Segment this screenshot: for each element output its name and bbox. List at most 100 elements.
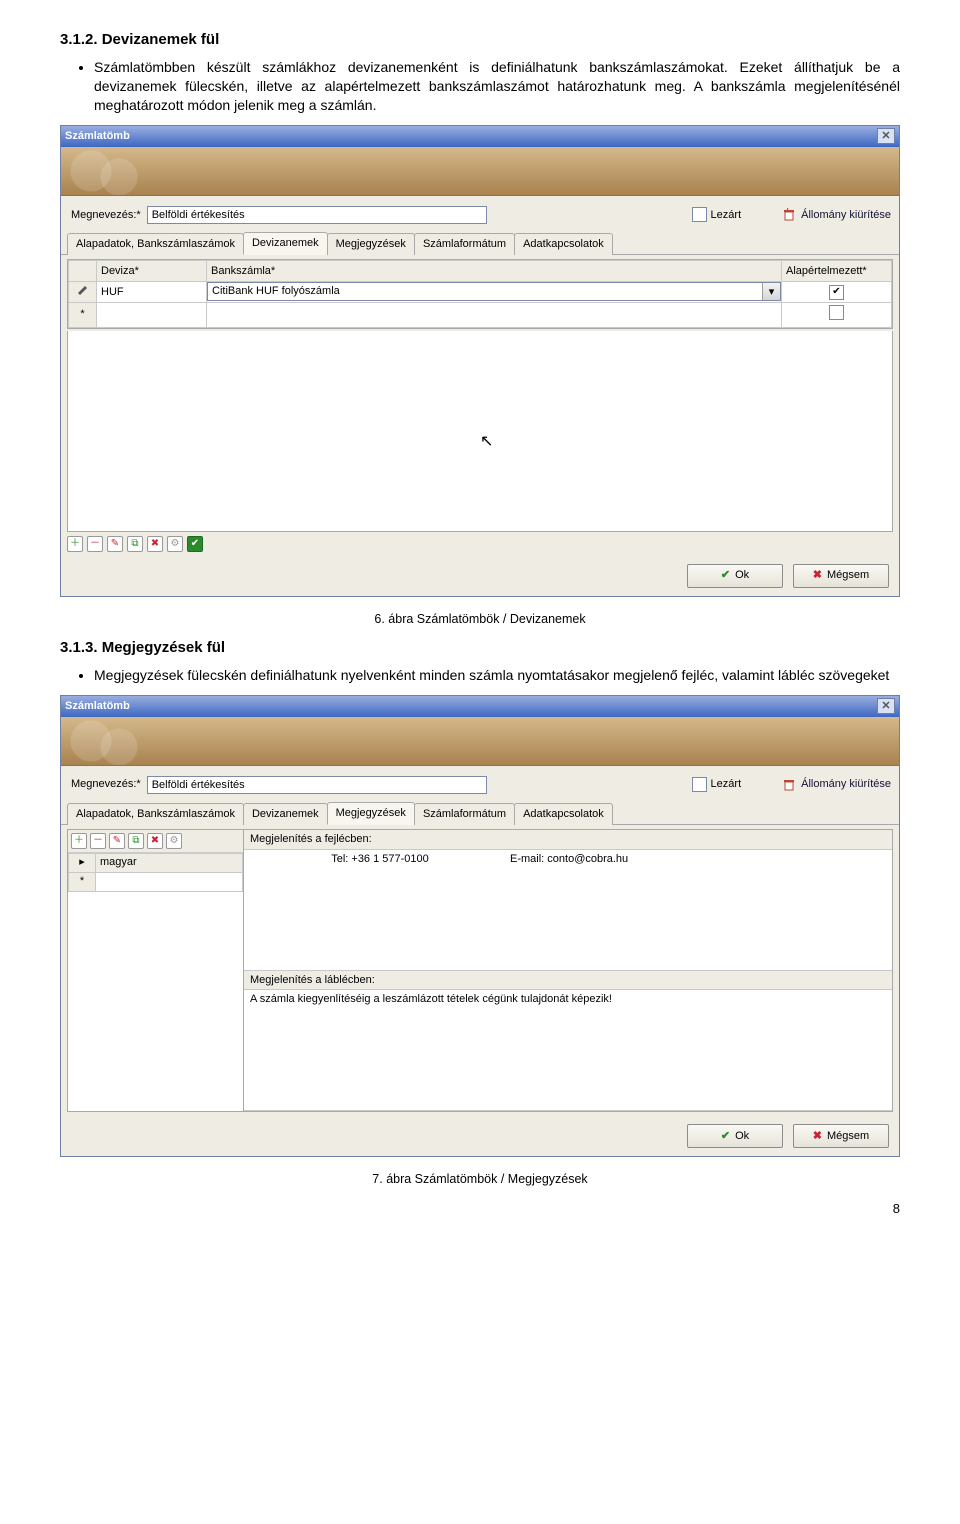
- megnevezes-input[interactable]: [147, 206, 487, 224]
- language-row-new[interactable]: *: [69, 872, 243, 891]
- language-panel: ＋ － ✎ ⧉ ✖ ⚙ ▸ magyar *: [68, 830, 244, 1112]
- tab-adatkapcsolatok[interactable]: Adatkapcsolatok: [514, 233, 613, 255]
- heading-312: 3.1.2. Devizanemek fül: [60, 30, 900, 50]
- language-cell[interactable]: magyar: [96, 853, 243, 872]
- allomany-kiuritese-link[interactable]: Állomány kiürítése: [781, 207, 891, 223]
- paragraph-312: Számlatömbben készült számlákhoz devizan…: [94, 58, 900, 115]
- grid-row-new[interactable]: *: [69, 302, 892, 327]
- close-icon[interactable]: ✕: [877, 698, 895, 714]
- footer-label: Megjelenítés a láblécben:: [244, 971, 892, 991]
- remove-icon[interactable]: ✖: [147, 536, 163, 552]
- grid-toolbar: ＋ － ✎ ⧉ ✖ ⚙ ✔: [61, 532, 899, 556]
- col-deviza[interactable]: Deviza*: [97, 260, 207, 281]
- tab-adatkapcsolatok[interactable]: Adatkapcsolatok: [514, 803, 613, 825]
- window-banner: [61, 147, 899, 196]
- megnevezes-label: Megnevezés:*: [71, 208, 141, 223]
- lezart-checkbox[interactable]: [692, 207, 707, 222]
- chevron-down-icon[interactable]: ▾: [762, 283, 780, 300]
- lezart-checkbox[interactable]: [692, 777, 707, 792]
- cancel-button[interactable]: ✖Mégsem: [793, 1124, 889, 1148]
- add-row-icon[interactable]: ＋: [71, 833, 87, 849]
- megnevezes-input[interactable]: [147, 776, 487, 794]
- cursor-icon: ↖: [480, 431, 493, 453]
- copy-row-icon[interactable]: ⧉: [127, 536, 143, 552]
- deviza-grid: Deviza* Bankszámla* Alapértelmezett* HUF…: [67, 259, 893, 329]
- delete-row-icon[interactable]: －: [90, 833, 106, 849]
- trash-icon: [781, 777, 797, 793]
- bullet-list-313: Megjegyzések fülecskén definiálhatunk ny…: [60, 666, 900, 685]
- row-indicator-new: *: [69, 872, 96, 891]
- cross-icon: ✖: [813, 568, 822, 583]
- cancel-button[interactable]: ✖Mégsem: [793, 564, 889, 588]
- language-list: ▸ magyar *: [68, 853, 243, 892]
- tab-alapadatok[interactable]: Alapadatok, Bankszámlaszámok: [67, 803, 244, 825]
- tab-megjegyzesek[interactable]: Megjegyzések: [327, 802, 415, 825]
- megjegyzesek-split: ＋ － ✎ ⧉ ✖ ⚙ ▸ magyar * Megjelenítés a: [67, 829, 893, 1113]
- language-toolbar: ＋ － ✎ ⧉ ✖ ⚙: [68, 830, 243, 853]
- footer-text: A számla kiegyenlítéséig a leszámlázott …: [250, 993, 612, 1005]
- window-titlebar: Számlatömb ✕: [61, 126, 899, 147]
- page-number: 8: [60, 1200, 900, 1218]
- tab-szamlaformatum[interactable]: Számlaformátum: [414, 803, 515, 825]
- cell-alapertelmezett[interactable]: ✔: [782, 281, 892, 302]
- row-indicator-edit: [69, 281, 97, 302]
- window-title: Számlatömb: [65, 129, 130, 144]
- screenshot-megjegyzesek: Számlatömb ✕ Megnevezés:* Lezárt Állomán…: [60, 695, 900, 1158]
- header-textarea[interactable]: Tel: +36 1 577-0100 E-mail: conto@cobra.…: [244, 850, 892, 971]
- figure-caption-7: 7. ábra Számlatömbök / Megjegyzések: [60, 1171, 900, 1188]
- row-indicator-new: *: [69, 302, 97, 327]
- confirm-icon[interactable]: ✔: [187, 536, 203, 552]
- default-checkbox-empty[interactable]: [829, 305, 844, 320]
- tab-szamlaformatum[interactable]: Számlaformátum: [414, 233, 515, 255]
- window-banner: [61, 717, 899, 766]
- header-form-row: Megnevezés:* Lezárt Állomány kiürítése: [61, 766, 899, 802]
- dialog-button-bar: ✔Ok ✖Mégsem: [61, 1116, 899, 1156]
- edit-row-icon[interactable]: ✎: [107, 536, 123, 552]
- trash-icon: [781, 207, 797, 223]
- ok-button[interactable]: ✔Ok: [687, 1124, 783, 1148]
- cell-bankszamla[interactable]: CitiBank HUF folyószámla ▾: [207, 281, 782, 302]
- settings-icon[interactable]: ⚙: [166, 833, 182, 849]
- col-bankszamla[interactable]: Bankszámla*: [207, 260, 782, 281]
- lezart-label: Lezárt: [711, 777, 742, 792]
- add-row-icon[interactable]: ＋: [67, 536, 83, 552]
- tab-alapadatok[interactable]: Alapadatok, Bankszámlaszámok: [67, 233, 244, 255]
- header-tel: Tel: +36 1 577-0100: [250, 852, 510, 867]
- tab-devizanemek[interactable]: Devizanemek: [243, 232, 328, 255]
- tab-megjegyzesek[interactable]: Megjegyzések: [327, 233, 415, 255]
- tab-devizanemek[interactable]: Devizanemek: [243, 803, 328, 825]
- dialog-button-bar: ✔Ok ✖Mégsem: [61, 556, 899, 596]
- bullet-list-312: Számlatömbben készült számlákhoz devizan…: [60, 58, 900, 115]
- window-titlebar: Számlatömb ✕: [61, 696, 899, 717]
- allomany-kiuritese-link[interactable]: Állomány kiürítése: [781, 777, 891, 793]
- remove-icon[interactable]: ✖: [147, 833, 163, 849]
- language-panel-fill: [68, 892, 243, 1112]
- delete-row-icon[interactable]: －: [87, 536, 103, 552]
- check-icon: ✔: [721, 568, 730, 583]
- edit-row-icon[interactable]: ✎: [109, 833, 125, 849]
- tabstrip: Alapadatok, Bankszámlaszámok Devizanemek…: [61, 802, 899, 825]
- cell-deviza[interactable]: HUF: [97, 281, 207, 302]
- header-form-row: Megnevezés:* Lezárt Állomány kiürítése: [61, 196, 899, 232]
- heading-313: 3.1.3. Megjegyzések fül: [60, 638, 900, 658]
- header-email: E-mail: conto@cobra.hu: [510, 852, 886, 867]
- window-title: Számlatömb: [65, 699, 130, 714]
- grid-header-row: Deviza* Bankszámla* Alapértelmezett*: [69, 260, 892, 281]
- header-label: Megjelenítés a fejlécben:: [244, 830, 892, 850]
- screenshot-devizanemek: Számlatömb ✕ Megnevezés:* Lezárt Állomán…: [60, 125, 900, 597]
- footer-textarea[interactable]: A számla kiegyenlítéséig a leszámlázott …: [244, 990, 892, 1111]
- ok-button[interactable]: ✔Ok: [687, 564, 783, 588]
- col-alapertelmezett[interactable]: Alapértelmezett*: [782, 260, 892, 281]
- cross-icon: ✖: [813, 1129, 822, 1144]
- language-row-selected[interactable]: ▸ magyar: [69, 853, 243, 872]
- lezart-label: Lezárt: [711, 208, 742, 223]
- default-checkbox-checked[interactable]: ✔: [829, 285, 844, 300]
- notes-panel: Megjelenítés a fejlécben: Tel: +36 1 577…: [244, 830, 892, 1112]
- tabstrip: Alapadatok, Bankszámlaszámok Devizanemek…: [61, 232, 899, 255]
- settings-icon[interactable]: ⚙: [167, 536, 183, 552]
- check-icon: ✔: [721, 1129, 730, 1144]
- row-indicator-current: ▸: [69, 853, 96, 872]
- copy-row-icon[interactable]: ⧉: [128, 833, 144, 849]
- grid-row-1[interactable]: HUF CitiBank HUF folyószámla ▾ ✔: [69, 281, 892, 302]
- close-icon[interactable]: ✕: [877, 128, 895, 144]
